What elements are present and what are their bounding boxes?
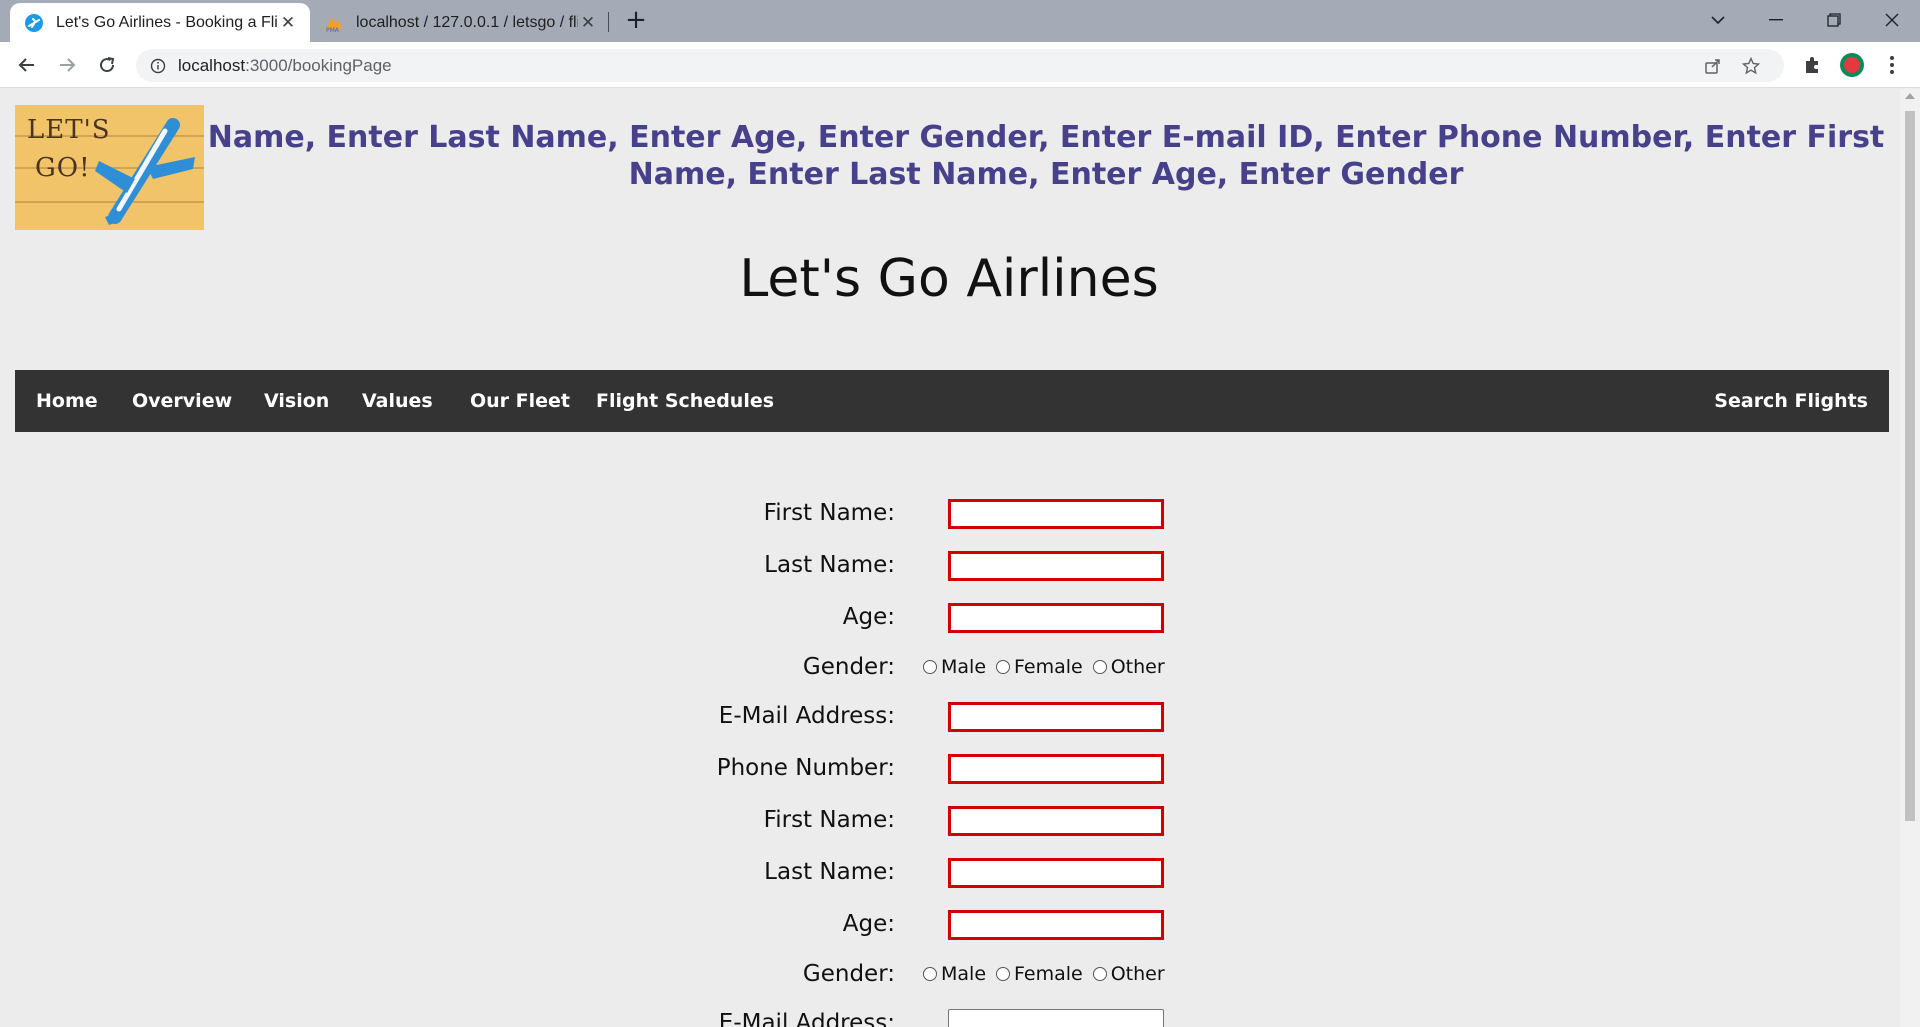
form-row-age: Age: [0, 597, 1898, 637]
logo-text-line2: GO! [35, 153, 91, 183]
nav-home[interactable]: Home [15, 370, 119, 432]
age-label: Age: [842, 911, 895, 937]
url-host: localhost [178, 55, 246, 75]
age-label: Age: [842, 604, 895, 630]
form-row-age-2: Age: [0, 904, 1898, 944]
form-row-last-name: Last Name: [0, 545, 1898, 585]
form-row-gender: Gender: Male Female Other [0, 647, 1898, 687]
radio-label-other: Other [1110, 656, 1165, 678]
nav-flight-schedules[interactable]: Flight Schedules [575, 370, 795, 432]
scrollbar-thumb[interactable] [1905, 111, 1915, 821]
form-row-phone: Phone Number: [0, 748, 1898, 788]
radio-label-female: Female [1014, 656, 1083, 678]
gender-radio-group: Male Female Other [923, 647, 1175, 687]
form-row-email-2: E-Mail Address: [0, 1003, 1898, 1027]
close-window-icon[interactable] [1864, 0, 1920, 40]
gender-radio-female[interactable] [996, 660, 1011, 674]
reload-icon[interactable] [91, 49, 123, 81]
last-name-field[interactable] [948, 551, 1164, 581]
bookmark-star-icon[interactable] [1740, 55, 1762, 77]
gender-radio-other[interactable] [1092, 660, 1107, 674]
email-label: E-Mail Address: [718, 703, 895, 729]
forward-arrow-icon[interactable] [51, 49, 83, 81]
last-name-field[interactable] [948, 858, 1164, 888]
first-name-label: First Name: [763, 807, 895, 833]
browser-menu-kebab-icon[interactable] [1876, 49, 1908, 81]
first-name-label: First Name: [763, 500, 895, 526]
gender-label: Gender: [802, 961, 895, 987]
email-field[interactable] [948, 702, 1164, 732]
close-icon[interactable]: ✕ [278, 13, 298, 33]
radio-label-other: Other [1110, 963, 1165, 985]
scroll-up-arrow-icon[interactable] [1905, 93, 1915, 99]
radio-label-male: Male [941, 963, 987, 985]
email-label: E-Mail Address: [718, 1010, 895, 1027]
nav-overview[interactable]: Overview [111, 370, 253, 432]
gender-radio-male[interactable] [923, 660, 937, 674]
gender-radio-female[interactable] [996, 967, 1011, 981]
validation-banner: Name, Enter Last Name, Enter Age, Enter … [207, 120, 1885, 192]
airplane-icon [95, 118, 195, 225]
age-field[interactable] [948, 603, 1164, 633]
booking-page: LET'S GO! Name, Enter Last Name, Enter A… [0, 89, 1898, 1027]
radio-label-female: Female [1014, 963, 1083, 985]
tab-separator [608, 12, 609, 32]
tab-title: Let's Go Airlines - Booking a Flight [56, 13, 278, 31]
gender-radio-other[interactable] [1092, 967, 1107, 981]
nav-values[interactable]: Values [341, 370, 454, 432]
browser-toolbar: localhost:3000/bookingPage [0, 42, 1920, 88]
nav-our-fleet[interactable]: Our Fleet [449, 370, 591, 432]
phone-field[interactable] [948, 754, 1164, 784]
extensions-puzzle-icon[interactable] [1796, 49, 1828, 81]
site-logo: LET'S GO! [15, 105, 204, 230]
airplane-circle-icon [24, 13, 44, 33]
profile-avatar[interactable] [1836, 49, 1868, 81]
gender-radio-group: Male Female Other [923, 954, 1175, 994]
last-name-label: Last Name: [764, 859, 895, 885]
new-tab-button[interactable]: + [622, 6, 650, 34]
gender-label: Gender: [802, 654, 895, 680]
back-arrow-icon[interactable] [11, 49, 43, 81]
form-row-email: E-Mail Address: [0, 696, 1898, 736]
form-row-first-name-2: First Name: [0, 800, 1898, 840]
minimize-icon[interactable] [1748, 0, 1804, 40]
svg-text:PMA: PMA [326, 27, 340, 33]
nav-vision[interactable]: Vision [243, 370, 350, 432]
form-row-first-name: First Name: [0, 493, 1898, 533]
address-bar[interactable]: localhost:3000/bookingPage [136, 49, 1784, 82]
tab-search-chevron-icon[interactable] [1690, 0, 1746, 40]
close-icon[interactable]: ✕ [578, 13, 598, 33]
phone-label: Phone Number: [716, 755, 895, 781]
phpmyadmin-icon: PMA [324, 13, 344, 33]
radio-label-male: Male [941, 656, 987, 678]
email-field[interactable] [948, 1009, 1164, 1027]
restore-icon[interactable] [1806, 0, 1862, 40]
first-name-field[interactable] [948, 806, 1164, 836]
last-name-label: Last Name: [764, 552, 895, 578]
site-info-icon[interactable] [150, 58, 166, 74]
url-path: :3000/bookingPage [245, 55, 392, 75]
page-scrollbar[interactable] [1900, 89, 1920, 1027]
tab-title: localhost / 127.0.0.1 / letsgo / flights [356, 13, 578, 31]
nav-search-flights[interactable]: Search Flights [1693, 370, 1889, 432]
main-navbar: Home Overview Vision Values Our Fleet Fl… [15, 370, 1889, 432]
form-row-gender-2: Gender: Male Female Other [0, 954, 1898, 994]
gender-radio-male[interactable] [923, 967, 937, 981]
share-icon[interactable] [1702, 55, 1724, 77]
age-field[interactable] [948, 910, 1164, 940]
site-title: Let's Go Airlines [739, 249, 1159, 309]
tab-booking[interactable]: Let's Go Airlines - Booking a Flight ✕ [10, 3, 310, 42]
browser-tab-strip: Let's Go Airlines - Booking a Flight ✕ P… [0, 0, 1920, 42]
first-name-field[interactable] [948, 499, 1164, 529]
form-row-last-name-2: Last Name: [0, 852, 1898, 892]
tab-phpmyadmin[interactable]: PMA localhost / 127.0.0.1 / letsgo / fli… [312, 3, 608, 42]
